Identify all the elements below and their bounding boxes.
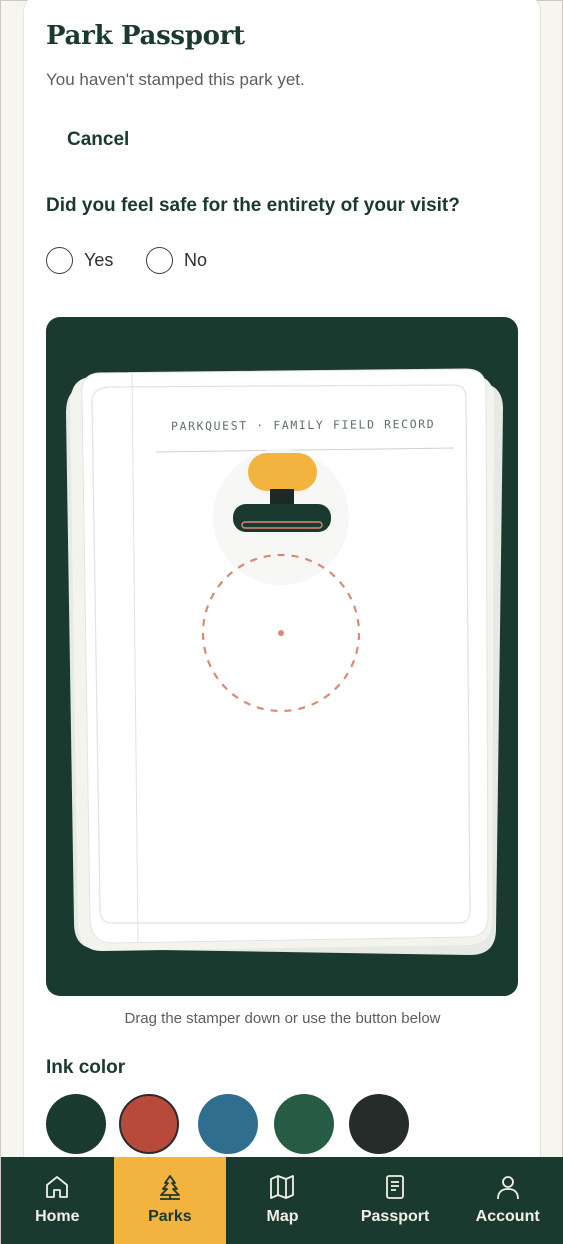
nav-label-home: Home [35,1208,80,1225]
yes-radio[interactable] [46,246,73,274]
nav-item-account[interactable]: Account [451,1157,563,1244]
bottom-nav: Home Parks Map Passport Account [1,1157,563,1244]
safety-yes-option[interactable]: Yes [46,246,113,274]
account-icon [496,1176,519,1200]
passport-illustration: PARKQUEST · FAMILY FIELD RECORD [66,368,503,955]
ink-swatch-green[interactable] [274,1094,334,1154]
helper-text: Drag the stamper down or use the button … [124,1010,441,1027]
page-title: Park Passport [46,21,245,51]
ink-swatch-blue[interactable] [198,1094,258,1154]
nav-item-home[interactable]: Home [1,1157,114,1244]
safety-question: Did you feel safe for the entirety of yo… [46,195,460,216]
tree-icon [159,1175,180,1200]
home-icon [46,1176,69,1198]
passport-header-text: PARKQUEST · FAMILY FIELD RECORD [171,417,435,433]
cancel-button[interactable]: Cancel [67,129,129,151]
ink-swatch-rust[interactable] [119,1094,179,1154]
page-subtitle: You haven't stamped this park yet. [46,70,305,89]
map-icon [270,1175,295,1199]
nav-label-account: Account [475,1208,540,1225]
stamp-stage: PARKQUEST · FAMILY FIELD RECORD [46,317,518,996]
nav-item-parks[interactable]: Parks [113,1157,227,1244]
ink-swatch-charcoal[interactable] [349,1094,409,1154]
yes-label: Yes [84,249,114,270]
nav-label-passport: Passport [360,1208,430,1225]
nav-label-parks: Parks [148,1208,192,1225]
nav-item-passport[interactable]: Passport [339,1157,452,1244]
ink-color-title: Ink color [46,1057,126,1078]
nav-item-map[interactable]: Map [226,1157,339,1244]
nav-label-map: Map [266,1208,299,1225]
no-label: No [184,249,208,270]
passport-icon [386,1175,404,1199]
stamper-handle[interactable] [213,449,349,585]
safety-no-option[interactable]: No [146,246,207,274]
no-radio[interactable] [146,246,173,274]
ink-swatch-forest[interactable] [46,1094,106,1154]
